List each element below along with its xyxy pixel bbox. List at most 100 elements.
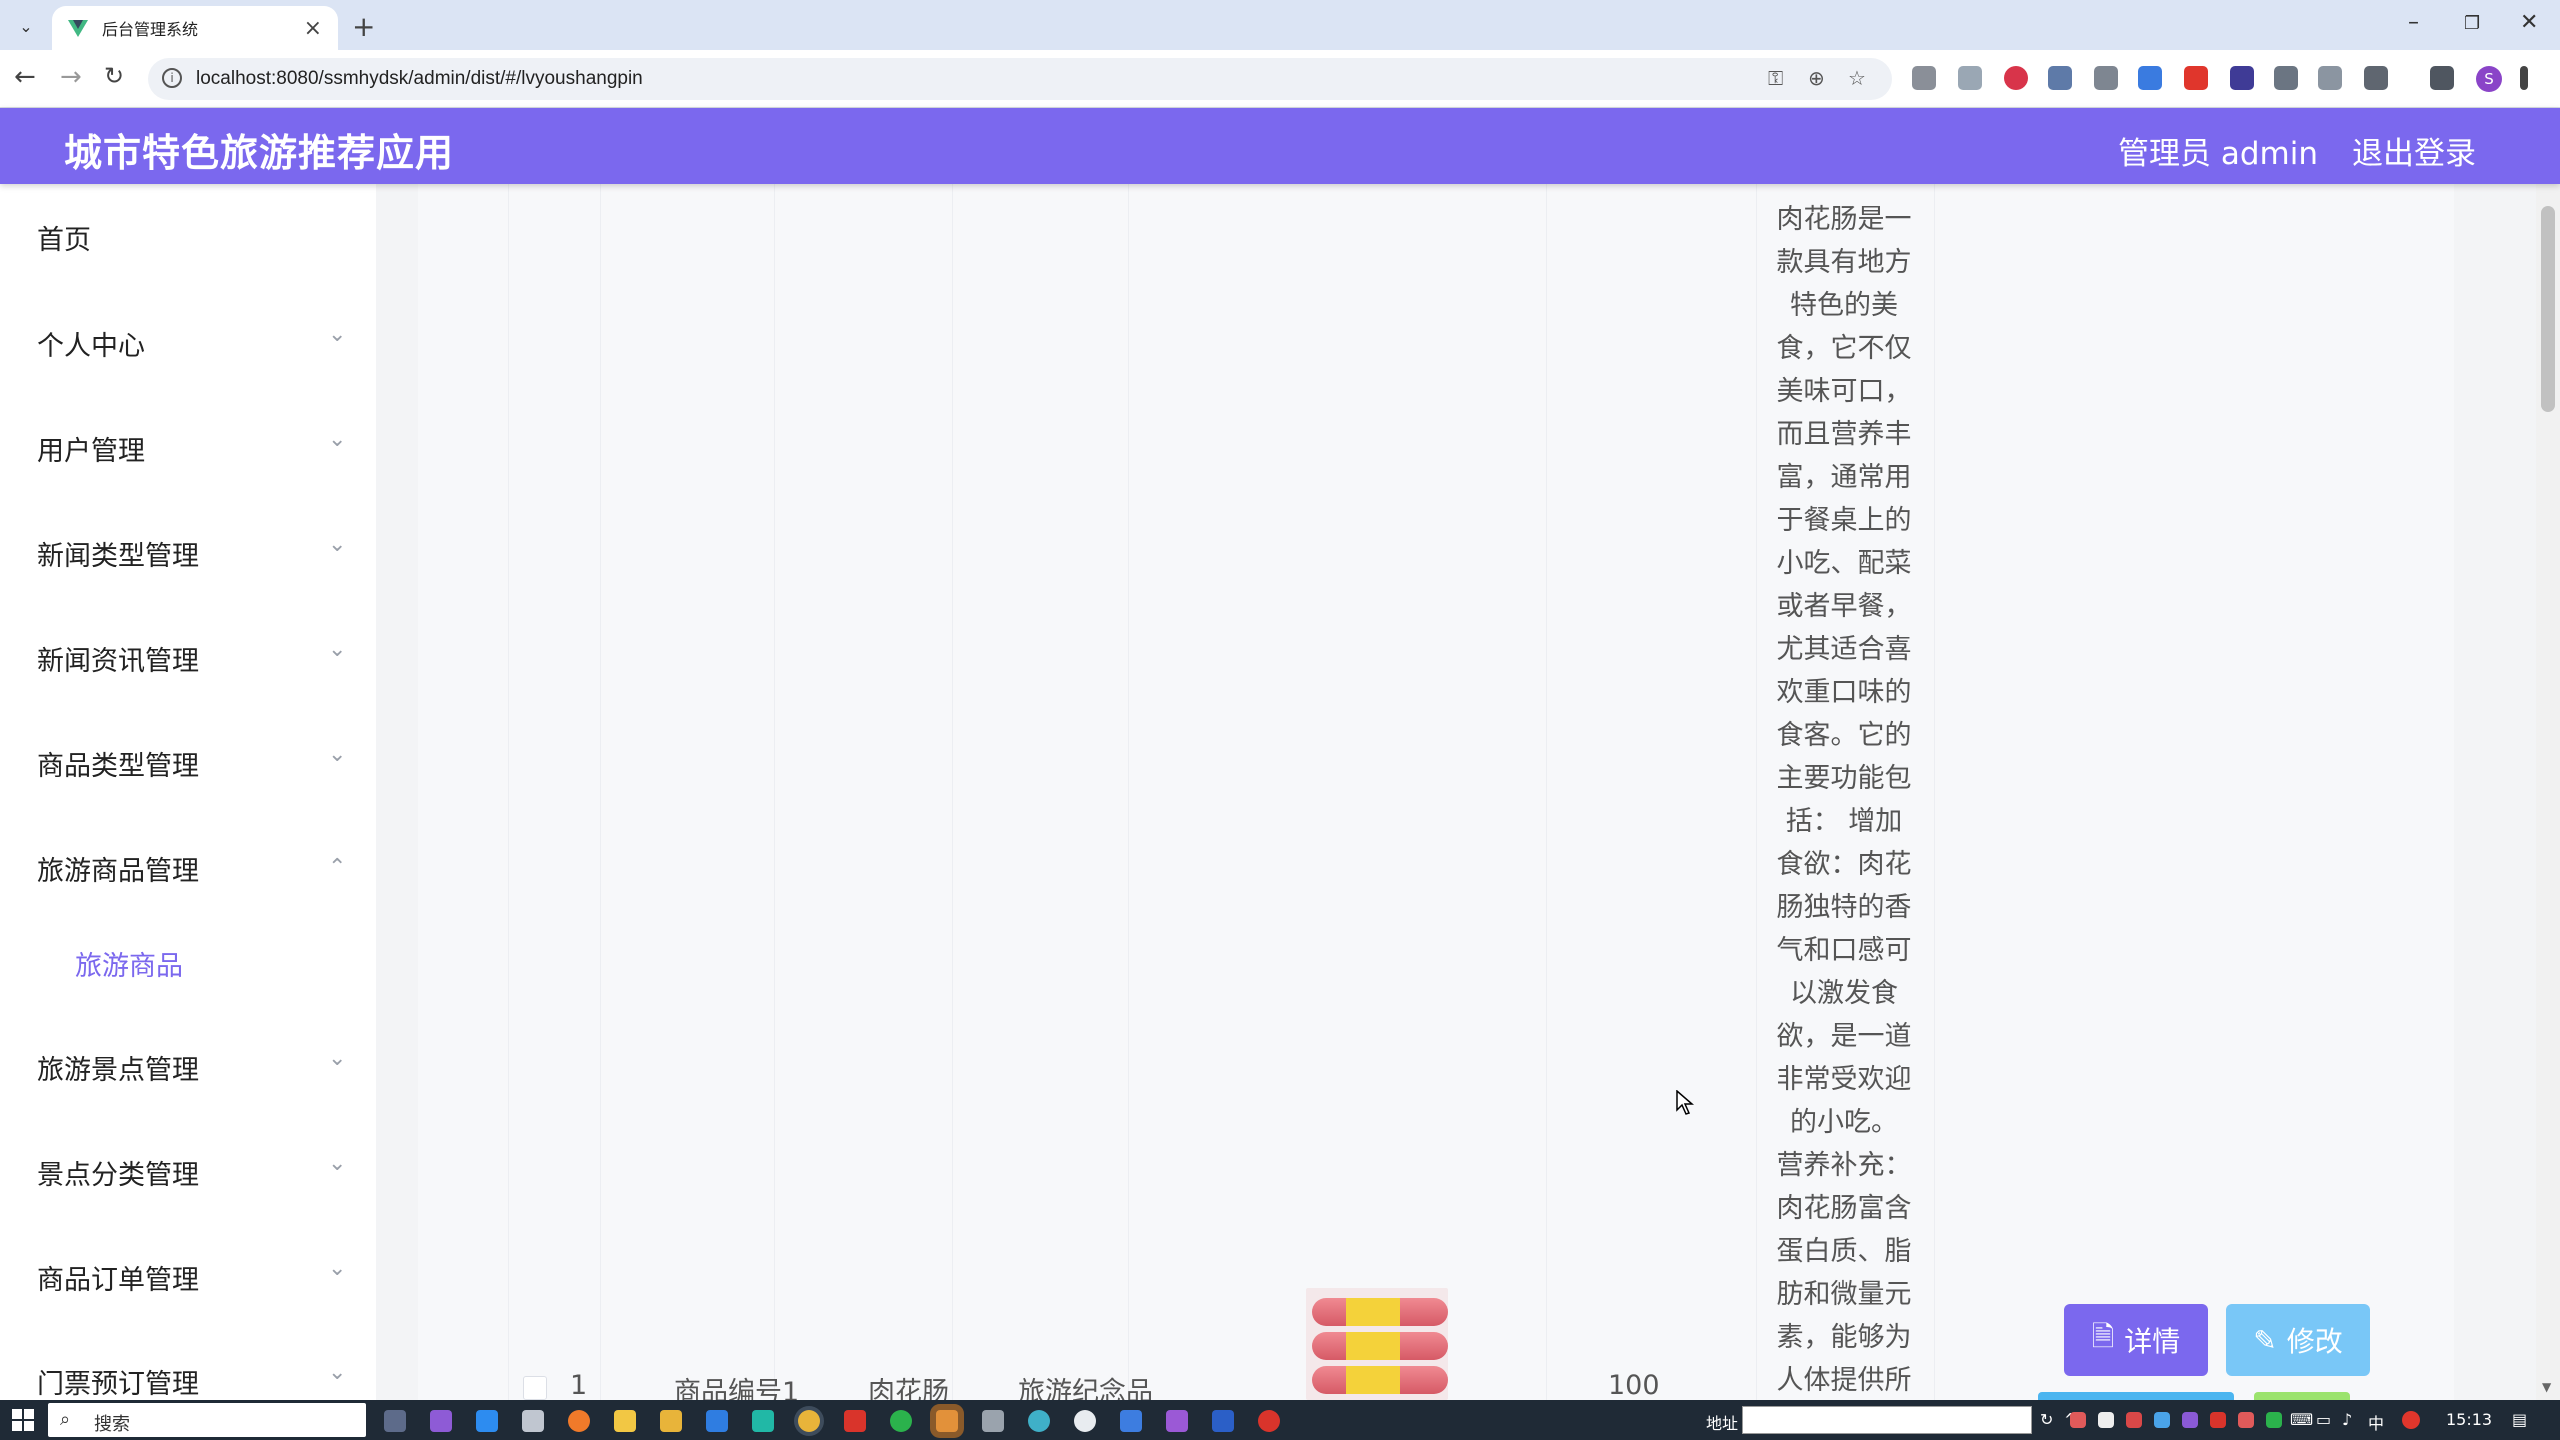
wps-app-icon[interactable]	[844, 1410, 866, 1432]
file-explorer-app-icon[interactable]	[614, 1410, 636, 1432]
inspect-extension-icon[interactable]	[2274, 66, 2298, 90]
tray-app-icon[interactable]	[2070, 1412, 2086, 1428]
window-restore-icon[interactable]: ❐	[2464, 13, 2480, 34]
url-text[interactable]: localhost:8080/ssmhydsk/admin/dist/#/lvy…	[196, 68, 643, 90]
password-key-icon[interactable]: ⚿	[1768, 66, 1783, 90]
extensions-puzzle-icon[interactable]	[2364, 66, 2388, 90]
window-close-icon[interactable]: ✕	[2520, 10, 2538, 35]
new-tab-plus-icon[interactable]: +	[352, 10, 375, 43]
media-extension-icon[interactable]	[2230, 66, 2254, 90]
window-minimize-icon[interactable]: –	[2408, 10, 2419, 35]
screenshot-extension-icon[interactable]	[1912, 66, 1936, 90]
chrome-app-icon[interactable]	[798, 1410, 820, 1432]
firefox-app-icon[interactable]	[568, 1410, 590, 1432]
tray-app-icon[interactable]	[2182, 1412, 2198, 1428]
taskbar-app-icon[interactable]	[982, 1410, 1004, 1432]
network-icon[interactable]: ▭	[2316, 1410, 2331, 1429]
taskbar-app-icon[interactable]	[1166, 1410, 1188, 1432]
taskbar-app-icon[interactable]	[1028, 1410, 1050, 1432]
taskbar-app-icon[interactable]	[1258, 1410, 1280, 1432]
tray-app-icon[interactable]	[2154, 1412, 2170, 1428]
tray-keyboard-icon[interactable]: ⌨	[2290, 1410, 2313, 1429]
tab-search-chevron-icon[interactable]: ⌄	[12, 12, 40, 40]
copy-extension-icon[interactable]	[2094, 66, 2118, 90]
folder-app-icon[interactable]	[660, 1410, 682, 1432]
volume-icon[interactable]: ♪	[2342, 1410, 2352, 1429]
site-info-icon[interactable]: i	[162, 68, 182, 88]
sidebar-item-profile-center[interactable]: 个人中心 ⌄	[0, 304, 376, 384]
sidebar-item-home[interactable]: 首页	[0, 198, 376, 278]
taskbar-search[interactable]: ⌕ 搜索	[48, 1403, 366, 1437]
active-app-icon[interactable]	[936, 1410, 958, 1432]
notification-icon[interactable]: ▤	[2512, 1410, 2527, 1429]
sidebar-item-news-management[interactable]: 新闻资讯管理 ⌄	[0, 619, 376, 699]
browser-menu-icon[interactable]	[2520, 66, 2528, 90]
share-extension-icon[interactable]	[2048, 66, 2072, 90]
sidebar-item-scenic-spot-management[interactable]: 旅游景点管理 ⌄	[0, 1028, 376, 1108]
image-extension-icon[interactable]	[1958, 66, 1982, 90]
sidebar-item-label: 商品订单管理	[37, 1265, 199, 1296]
omnibox[interactable]: i localhost:8080/ssmhydsk/admin/dist/#/l…	[148, 58, 1892, 100]
ime-indicator[interactable]: 中	[2368, 1410, 2384, 1434]
browser-tab[interactable]: 后台管理系统 ×	[52, 6, 338, 50]
edit-button[interactable]: ✎ 修改	[2226, 1304, 2370, 1376]
wechat-app-icon[interactable]	[890, 1410, 912, 1432]
windows-start-icon[interactable]	[12, 1409, 34, 1431]
sausage-label-band	[1346, 1298, 1400, 1326]
taskbar-app-icon[interactable]	[430, 1410, 452, 1432]
tools-extension-icon[interactable]	[2318, 66, 2342, 90]
tray-app-icon[interactable]	[2210, 1412, 2226, 1428]
row-index-cell: 1	[570, 1370, 588, 1400]
tray-app-icon[interactable]	[2402, 1411, 2420, 1429]
scrollbar-thumb[interactable]	[2541, 206, 2555, 412]
chevron-down-icon: ⌄	[328, 322, 347, 347]
sidebar-item-scenic-category-management[interactable]: 景点分类管理 ⌄	[0, 1133, 376, 1213]
shield-extension-icon[interactable]	[2004, 66, 2028, 90]
tray-app-icon[interactable]	[2098, 1412, 2114, 1428]
detail-button[interactable]: 🗎 详情	[2064, 1304, 2208, 1376]
sidebar-item-goods-order-management[interactable]: 商品订单管理 ⌄	[0, 1238, 376, 1318]
vscode-app-icon[interactable]	[706, 1410, 728, 1432]
sidebar-item-label: 景点分类管理	[37, 1160, 199, 1191]
tray-wechat-icon[interactable]	[2266, 1412, 2282, 1428]
tab-close-icon[interactable]: ×	[304, 16, 322, 41]
sidebar-item-ticket-booking-management[interactable]: 门票预订管理 ⌄	[0, 1342, 376, 1400]
pdf-extension-icon[interactable]	[2184, 66, 2208, 90]
taskbar-app-icon[interactable]	[752, 1410, 774, 1432]
download-icon[interactable]	[2430, 66, 2454, 90]
column-divider	[1934, 184, 1935, 1400]
translate-extension-icon[interactable]	[2138, 66, 2162, 90]
taskbar-app-icon[interactable]	[476, 1410, 498, 1432]
taskbar-search-label: 搜索	[94, 1414, 130, 1435]
zoom-icon[interactable]: ⊕	[1808, 66, 1825, 90]
goods-image-thumbnail[interactable]	[1306, 1288, 1448, 1400]
chat-app-icon[interactable]	[1074, 1410, 1096, 1432]
bookmark-star-icon[interactable]: ☆	[1848, 66, 1866, 90]
taskbar-address-label: 地址	[1706, 1414, 1739, 1433]
profile-avatar[interactable]: S	[2476, 66, 2502, 92]
scroll-down-arrow-icon[interactable]: ▼	[2542, 1380, 2551, 1394]
tray-app-icon[interactable]	[2238, 1412, 2254, 1428]
page-scrollbar[interactable]: ▼	[2536, 184, 2560, 1400]
sidebar-item-goods-type-management[interactable]: 商品类型管理 ⌄	[0, 724, 376, 804]
taskbar-app-icon[interactable]	[1120, 1410, 1142, 1432]
sidebar-item-label: 门票预订管理	[37, 1369, 199, 1400]
logout-link[interactable]: 退出登录	[2352, 128, 2476, 173]
sidebar-subitem-travel-goods[interactable]: 旅游商品	[0, 924, 376, 1004]
tray-app-icon[interactable]	[2126, 1412, 2142, 1428]
sidebar-item-user-management[interactable]: 用户管理 ⌄	[0, 409, 376, 489]
row-select-checkbox[interactable]	[523, 1376, 547, 1400]
next-row-button-edge	[2038, 1392, 2234, 1400]
tray-refresh-icon[interactable]: ↻	[2040, 1410, 2053, 1429]
edit-pencil-icon: ✎	[2253, 1323, 2277, 1357]
back-arrow-icon[interactable]: ←	[14, 62, 36, 92]
task-view-app-icon[interactable]	[384, 1410, 406, 1432]
reload-icon[interactable]: ↻	[104, 62, 124, 90]
sidebar-item-news-type-management[interactable]: 新闻类型管理 ⌄	[0, 514, 376, 594]
settings-app-icon[interactable]	[522, 1410, 544, 1432]
sidebar-item-travel-goods-management[interactable]: 旅游商品管理 ⌃	[0, 829, 376, 909]
word-app-icon[interactable]	[1212, 1410, 1234, 1432]
taskbar-address-input[interactable]	[1742, 1406, 2032, 1434]
forward-arrow-icon[interactable]: →	[60, 62, 82, 92]
taskbar-clock: 15:13	[2446, 1410, 2493, 1429]
